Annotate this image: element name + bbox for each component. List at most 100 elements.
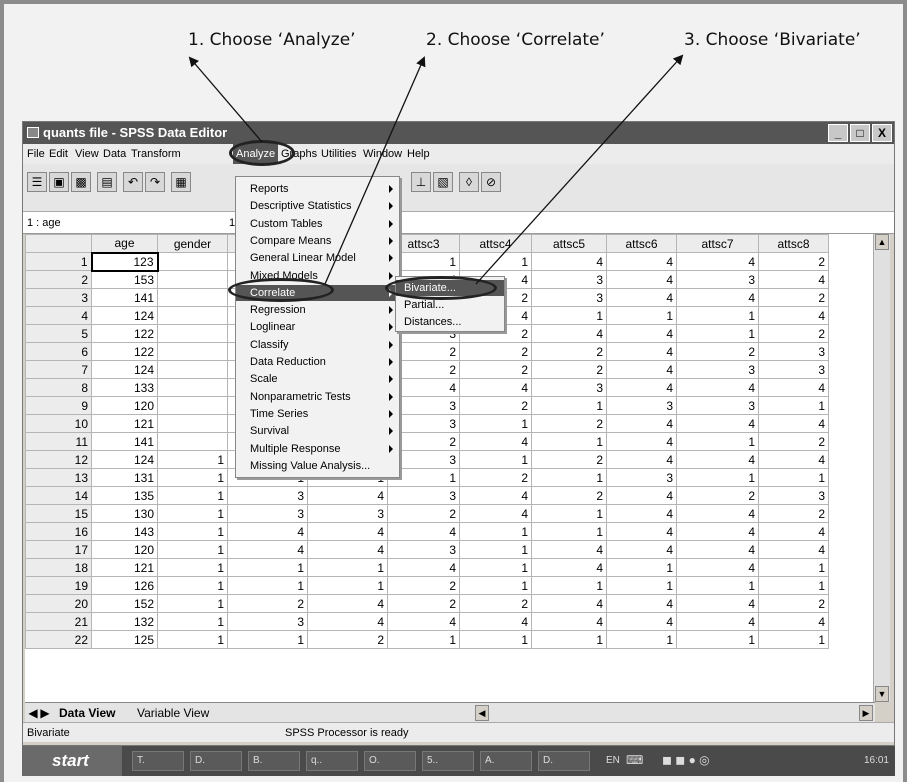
data-cell[interactable]: 3 [387, 486, 460, 505]
data-cell[interactable]: 120 [91, 396, 158, 415]
column-header[interactable]: gender [157, 234, 228, 253]
row-number[interactable]: 10 [25, 414, 92, 433]
tab-data-view[interactable]: Data View [59, 703, 115, 723]
data-cell[interactable]: 124 [91, 360, 158, 379]
data-cell[interactable]: 4 [758, 540, 829, 559]
data-cell[interactable]: 2 [531, 486, 607, 505]
data-cell[interactable]: 4 [307, 522, 388, 541]
row-number[interactable]: 5 [25, 324, 92, 343]
data-cell[interactable]: 4 [606, 324, 677, 343]
data-cell[interactable]: 1 [459, 558, 532, 577]
data-cell[interactable]: 4 [758, 522, 829, 541]
data-cell[interactable]: 2 [758, 288, 829, 307]
data-cell[interactable]: 4 [676, 612, 759, 631]
redo-icon[interactable]: ↷ [145, 172, 165, 192]
data-cell[interactable] [157, 288, 228, 307]
data-cell[interactable]: 4 [606, 414, 677, 433]
data-cell[interactable]: 4 [758, 612, 829, 631]
taskbar-item[interactable]: T. [132, 751, 184, 771]
hscroll-left-arrow-icon[interactable]: ◀ [475, 705, 489, 721]
menu-data[interactable]: Data [103, 144, 126, 164]
data-cell[interactable]: 1 [459, 252, 532, 271]
data-cell[interactable]: 3 [387, 540, 460, 559]
data-cell[interactable]: 1 [531, 306, 607, 325]
corner-cell[interactable] [25, 234, 92, 253]
data-cell[interactable]: 3 [676, 396, 759, 415]
menu-item[interactable]: Regression [236, 302, 399, 318]
data-cell[interactable]: 1 [157, 468, 228, 487]
data-cell[interactable]: 4 [676, 594, 759, 613]
data-cell[interactable]: 1 [758, 396, 829, 415]
menu-view[interactable]: View [75, 144, 99, 164]
data-cell[interactable]: 1 [459, 630, 532, 649]
data-cell[interactable]: 4 [606, 504, 677, 523]
tab-variable-view[interactable]: Variable View [137, 703, 209, 723]
data-cell[interactable]: 1 [157, 522, 228, 541]
select-cases-icon[interactable]: ▧ [433, 172, 453, 192]
menu-window[interactable]: Window [363, 144, 402, 164]
menu-file[interactable]: File [27, 144, 45, 164]
data-cell[interactable]: 1 [758, 576, 829, 595]
column-header[interactable]: attsc4 [459, 234, 532, 253]
data-cell[interactable]: 1 [459, 576, 532, 595]
data-cell[interactable]: 2 [459, 342, 532, 361]
data-cell[interactable] [157, 414, 228, 433]
data-cell[interactable] [157, 252, 228, 271]
row-number[interactable]: 18 [25, 558, 92, 577]
data-cell[interactable]: 4 [227, 522, 308, 541]
data-cell[interactable]: 1 [676, 630, 759, 649]
taskbar-item[interactable]: 5.. [422, 751, 474, 771]
data-cell[interactable]: 4 [387, 558, 460, 577]
data-cell[interactable]: 123 [90, 251, 159, 272]
data-cell[interactable]: 4 [606, 432, 677, 451]
data-cell[interactable]: 1 [606, 558, 677, 577]
data-cell[interactable]: 1 [676, 324, 759, 343]
data-cell[interactable]: 4 [531, 324, 607, 343]
data-cell[interactable]: 4 [606, 540, 677, 559]
data-cell[interactable]: 3 [606, 396, 677, 415]
data-cell[interactable]: 4 [227, 540, 308, 559]
data-cell[interactable]: 1 [531, 576, 607, 595]
data-cell[interactable]: 1 [758, 558, 829, 577]
data-cell[interactable]: 1 [531, 396, 607, 415]
data-cell[interactable]: 4 [758, 270, 829, 289]
hscroll-right-arrow-icon[interactable]: ▶ [859, 705, 873, 721]
row-number[interactable]: 20 [25, 594, 92, 613]
undo-icon[interactable]: ↶ [123, 172, 143, 192]
data-cell[interactable]: 131 [91, 468, 158, 487]
data-cell[interactable]: 2 [676, 486, 759, 505]
data-cell[interactable]: 4 [307, 486, 388, 505]
data-cell[interactable]: 2 [459, 594, 532, 613]
data-cell[interactable]: 141 [91, 432, 158, 451]
data-cell[interactable]: 1 [157, 630, 228, 649]
data-cell[interactable]: 3 [676, 360, 759, 379]
data-cell[interactable]: 2 [531, 342, 607, 361]
data-cell[interactable]: 4 [459, 612, 532, 631]
data-cell[interactable]: 3 [531, 270, 607, 289]
data-cell[interactable]: 122 [91, 342, 158, 361]
data-cell[interactable]: 3 [307, 504, 388, 523]
data-cell[interactable]: 4 [307, 594, 388, 613]
row-number[interactable]: 1 [25, 252, 92, 271]
data-cell[interactable]: 126 [91, 576, 158, 595]
data-cell[interactable]: 125 [91, 630, 158, 649]
data-cell[interactable]: 1 [459, 522, 532, 541]
data-cell[interactable]: 121 [91, 558, 158, 577]
data-cell[interactable]: 143 [91, 522, 158, 541]
data-cell[interactable]: 1 [531, 522, 607, 541]
data-cell[interactable]: 4 [606, 486, 677, 505]
tab-scroll-right-icon[interactable]: ▶ [39, 703, 51, 723]
close-button[interactable]: X [872, 124, 892, 142]
row-number[interactable]: 14 [25, 486, 92, 505]
data-cell[interactable]: 1 [459, 450, 532, 469]
data-cell[interactable]: 4 [531, 612, 607, 631]
menu-edit[interactable]: Edit [49, 144, 68, 164]
data-cell[interactable]: 1 [157, 612, 228, 631]
data-cell[interactable]: 4 [307, 540, 388, 559]
data-cell[interactable]: 3 [758, 360, 829, 379]
menu-item[interactable]: Time Series [236, 406, 399, 422]
row-number[interactable]: 8 [25, 378, 92, 397]
data-cell[interactable]: 4 [606, 450, 677, 469]
data-cell[interactable]: 1 [307, 576, 388, 595]
data-cell[interactable]: 1 [157, 450, 228, 469]
